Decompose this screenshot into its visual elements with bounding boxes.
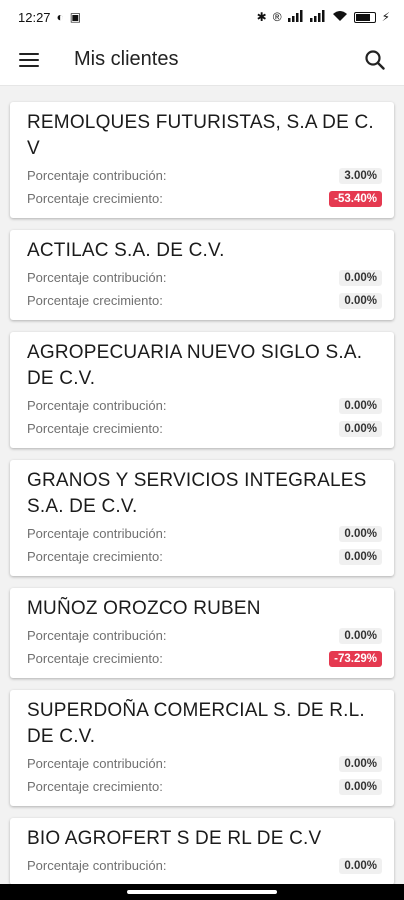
battery-charging-icon <box>353 11 376 23</box>
client-name: AGROPECUARIA NUEVO SIGLO S.A. DE C.V. <box>27 342 363 389</box>
contribution-row: Porcentaje contribución: 0.00% <box>27 752 382 775</box>
contribution-row: Porcentaje contribución: 0.00% <box>27 854 382 877</box>
client-list: REMOLQUES FUTURISTAS, S.A DE C. V Porcen… <box>0 86 404 884</box>
growth-row: Porcentaje crecimiento: -53.40% <box>27 187 382 210</box>
contribution-badge: 0.00% <box>339 269 382 286</box>
charging-bolt-icon: ⚡ <box>381 10 390 24</box>
growth-label: Porcentaje crecimiento: <box>27 651 163 666</box>
notification-icon: ◐ <box>56 10 64 24</box>
contribution-label: Porcentaje contribución: <box>27 398 167 413</box>
client-name: GRANOS Y SERVICIOS INTEGRALES S.A. DE C.… <box>27 470 367 517</box>
growth-badge: -53.40% <box>329 190 382 207</box>
status-right: ✱ ® ⚡ <box>256 9 390 25</box>
contribution-label: Porcentaje contribución: <box>27 168 167 183</box>
contribution-label: Porcentaje contribución: <box>27 628 167 643</box>
client-card[interactable]: MUÑOZ OROZCO RUBEN Porcentaje contribuci… <box>10 588 394 678</box>
signal-icon <box>287 9 304 25</box>
growth-row: Porcentaje crecimiento: -73.29% <box>27 647 382 670</box>
client-name: MUÑOZ OROZCO RUBEN <box>27 598 261 619</box>
client-card[interactable]: GRANOS Y SERVICIOS INTEGRALES S.A. DE C.… <box>10 460 394 576</box>
growth-label: Porcentaje crecimiento: <box>27 421 163 436</box>
client-name: BIO AGROFERT S DE RL DE C.V <box>27 828 322 849</box>
contribution-label: Porcentaje contribución: <box>27 270 167 285</box>
bluetooth-icon: ✱ <box>256 10 267 24</box>
growth-label: Porcentaje crecimiento: <box>27 549 163 564</box>
growth-badge: 0.00% <box>339 778 382 795</box>
signal-2-icon <box>309 9 326 25</box>
client-card[interactable]: REMOLQUES FUTURISTAS, S.A DE C. V Porcen… <box>10 102 394 218</box>
growth-row: Porcentaje crecimiento: 0.00% <box>27 289 382 312</box>
growth-label: Porcentaje crecimiento: <box>27 779 163 794</box>
app-notification-icon: ▣ <box>69 10 82 24</box>
home-gesture-handle[interactable] <box>127 890 277 894</box>
growth-row: Porcentaje crecimiento: 0.00% <box>27 417 382 440</box>
app-bar: Mis clientes <box>0 34 404 86</box>
contribution-row: Porcentaje contribución: 3.00% <box>27 164 382 187</box>
growth-row: Porcentaje crecimiento: 0.00% <box>27 775 382 798</box>
contribution-badge: 0.00% <box>339 525 382 542</box>
search-icon[interactable] <box>346 34 404 86</box>
growth-badge: 0.00% <box>339 420 382 437</box>
contribution-badge: 0.00% <box>339 397 382 414</box>
contribution-badge: 0.00% <box>339 627 382 644</box>
contribution-badge: 0.00% <box>339 755 382 772</box>
status-left: 12:27 ◐ ▣ <box>18 10 81 25</box>
hamburger-lines <box>19 52 39 67</box>
growth-label: Porcentaje crecimiento: <box>27 293 163 308</box>
status-bar: 12:27 ◐ ▣ ✱ ® ⚡ <box>0 0 404 34</box>
client-card[interactable]: BIO AGROFERT S DE RL DE C.V Porcentaje c… <box>10 818 394 884</box>
contribution-row: Porcentaje contribución: 0.00% <box>27 624 382 647</box>
client-name: SUPERDOÑA COMERCIAL S. DE R.L. DE C.V. <box>27 700 365 747</box>
growth-badge: 0.00% <box>339 548 382 565</box>
contribution-row: Porcentaje contribución: 0.00% <box>27 394 382 417</box>
growth-label: Porcentaje crecimiento: <box>27 191 163 206</box>
contribution-row: Porcentaje contribución: 0.00% <box>27 522 382 545</box>
page-title: Mis clientes <box>74 48 179 70</box>
client-card[interactable]: ACTILAC S.A. DE C.V. Porcentaje contribu… <box>10 230 394 320</box>
contribution-badge: 3.00% <box>339 167 382 184</box>
contribution-label: Porcentaje contribución: <box>27 756 167 771</box>
contribution-badge: 0.00% <box>339 857 382 874</box>
wifi-icon <box>332 10 348 25</box>
status-time: 12:27 <box>18 9 51 25</box>
growth-badge: 0.00% <box>339 292 382 309</box>
contribution-label: Porcentaje contribución: <box>27 526 167 541</box>
growth-badge: -73.29% <box>329 650 382 667</box>
contribution-row: Porcentaje contribución: 0.00% <box>27 266 382 289</box>
client-name: REMOLQUES FUTURISTAS, S.A DE C. V <box>27 112 374 159</box>
client-card[interactable]: SUPERDOÑA COMERCIAL S. DE R.L. DE C.V. P… <box>10 690 394 806</box>
client-name: ACTILAC S.A. DE C.V. <box>27 240 225 261</box>
system-nav-bar <box>0 884 404 900</box>
growth-row: Porcentaje crecimiento: 0.00% <box>27 545 382 568</box>
client-card[interactable]: AGROPECUARIA NUEVO SIGLO S.A. DE C.V. Po… <box>10 332 394 448</box>
hamburger-menu-icon[interactable] <box>0 34 58 86</box>
contribution-label: Porcentaje contribución: <box>27 858 167 873</box>
registered-icon: ® <box>272 10 282 24</box>
